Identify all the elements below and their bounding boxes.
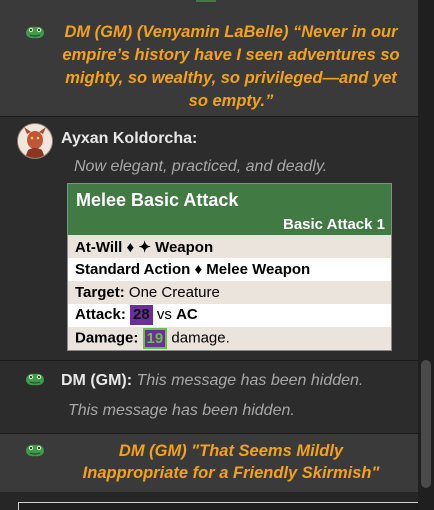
target-value: One Creature bbox=[128, 284, 220, 301]
power-attack-row: Attack: 28 vs AC bbox=[68, 304, 391, 327]
attack-roll[interactable]: 28 bbox=[130, 305, 153, 325]
damage-suffix: damage. bbox=[171, 329, 230, 347]
chat-input[interactable] bbox=[18, 502, 418, 510]
gm-frog-icon bbox=[26, 26, 44, 39]
damage-roll[interactable]: 19 bbox=[142, 328, 168, 349]
speaker-name: DM (GM): bbox=[61, 372, 133, 389]
avatar-image bbox=[18, 124, 52, 158]
power-action: Standard Action ♦ Melee Weapon bbox=[75, 261, 311, 278]
power-target-row: Target: One Creature bbox=[68, 281, 391, 304]
emote-text: DM (GM) (Venyamin LaBelle) “Never in our… bbox=[62, 23, 400, 110]
scrollbar-thumb[interactable] bbox=[421, 360, 431, 488]
avatar[interactable] bbox=[17, 123, 53, 159]
attack-defense: AC bbox=[176, 305, 198, 323]
emote-description: Now elegant, practiced, and deadly. bbox=[74, 158, 328, 175]
chat-log[interactable]: DM (GM) (Venyamin LaBelle) “Never in our… bbox=[0, 0, 418, 510]
target-label: Target: bbox=[75, 284, 125, 301]
power-title: Melee Basic Attack bbox=[76, 190, 239, 210]
damage-label: Damage: bbox=[75, 329, 139, 347]
hidden-notice: This message has been hidden. bbox=[136, 372, 364, 389]
hidden-notice-line: This message has been hidden. bbox=[68, 402, 295, 419]
gm-frog-icon bbox=[26, 373, 44, 386]
attack-label: Attack: bbox=[75, 305, 126, 323]
power-action-row: Standard Action ♦ Melee Weapon bbox=[68, 258, 391, 281]
power-subtitle: Basic Attack 1 bbox=[283, 216, 385, 233]
emote-text-line2: Inappropriate for a Friendly Skirmish" bbox=[82, 464, 380, 482]
hidden-message-line: DM (GM): This message has been hidden. bbox=[61, 372, 363, 390]
power-usage-row: At-Will ♦ ✦ Weapon bbox=[68, 235, 391, 258]
emote-text-line1: DM (GM) "That Seems Mildly bbox=[118, 442, 344, 460]
attack-vs: vs bbox=[156, 305, 172, 323]
power-card-header: Melee Basic Attack Basic Attack 1 bbox=[68, 184, 391, 235]
speaker-name: Ayxan Koldorcha: bbox=[61, 130, 198, 147]
gm-frog-icon bbox=[26, 444, 44, 457]
power-card: Melee Basic Attack Basic Attack 1 At-Wil… bbox=[67, 183, 392, 351]
chat-message-emote: DM (GM) (Venyamin LaBelle) “Never in our… bbox=[0, 0, 418, 116]
chat-message-emote: DM (GM) "That Seems Mildly Inappropriate… bbox=[0, 434, 418, 492]
power-damage-row: Damage: 19 damage. bbox=[68, 327, 391, 350]
power-usage: At-Will ♦ ✦ Weapon bbox=[75, 239, 214, 256]
roll-fragment bbox=[196, 0, 216, 2]
